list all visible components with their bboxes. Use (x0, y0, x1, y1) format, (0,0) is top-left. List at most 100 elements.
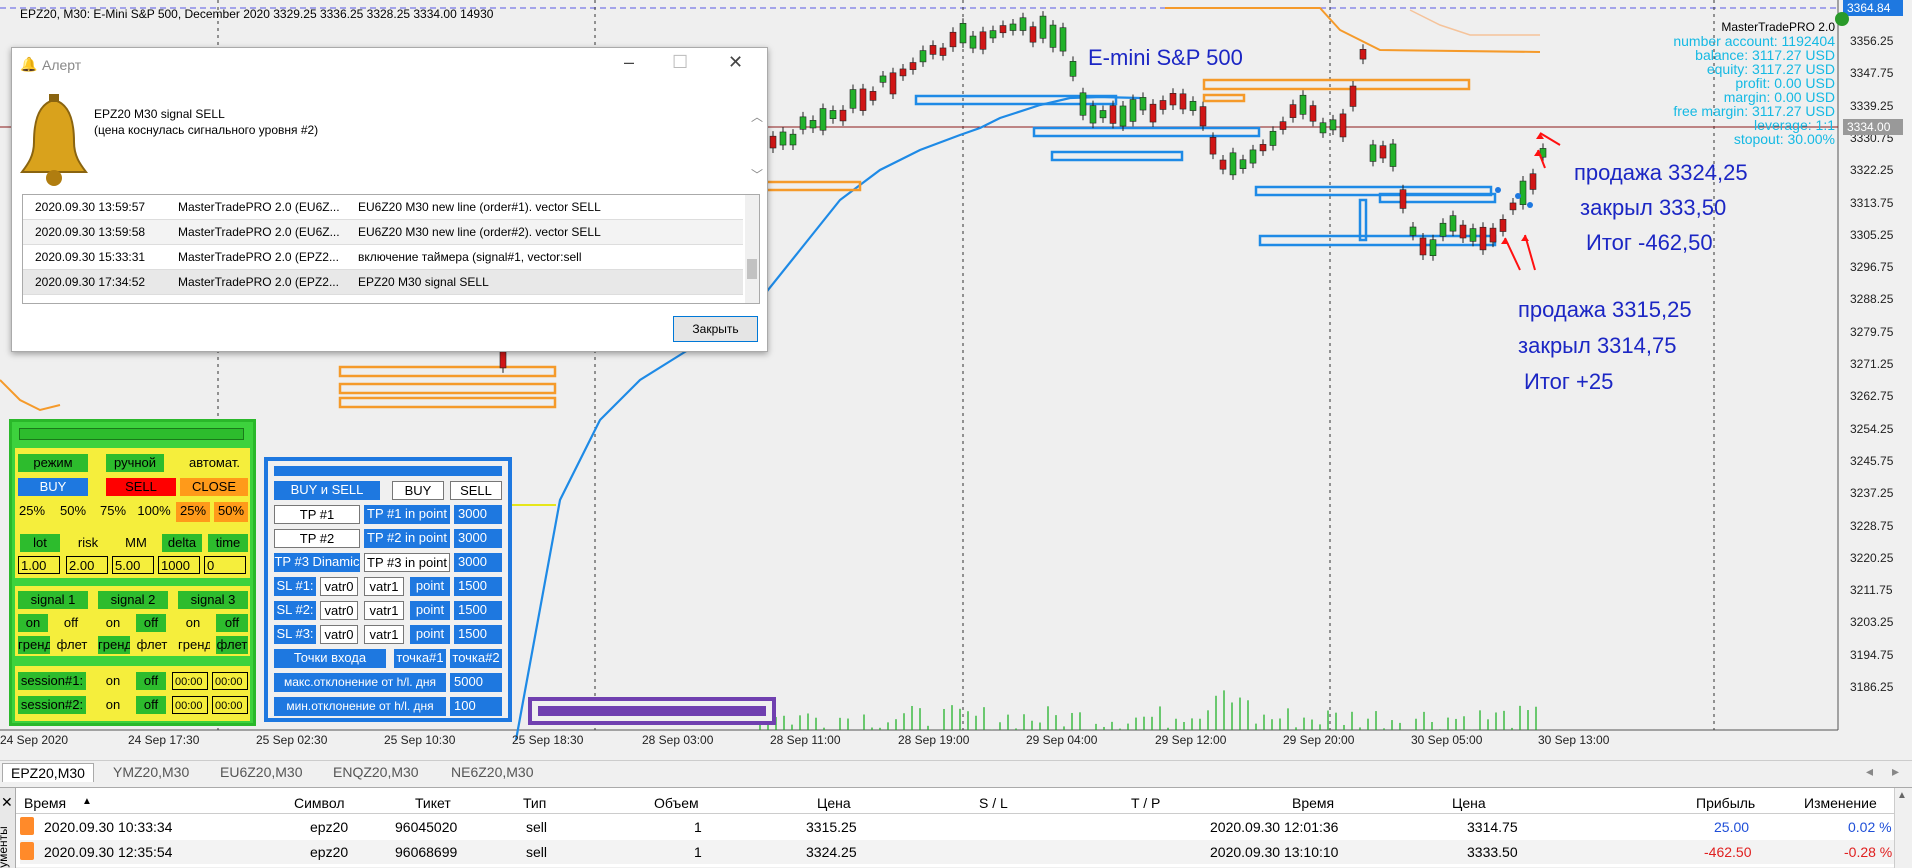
pct-50-button[interactable]: 50% (58, 502, 88, 522)
col-change[interactable]: Изменение (1804, 795, 1877, 811)
entry-points-button[interactable]: Точки входа (274, 649, 386, 668)
pct-75-button[interactable]: 75% (98, 502, 128, 522)
alert-close-button[interactable]: Закрыть (673, 316, 758, 342)
tab-scroll-left-icon[interactable]: ◂ (1866, 763, 1873, 780)
buy-button[interactable]: BUY (18, 478, 88, 496)
signal-3-button[interactable]: signal 3 (178, 591, 248, 609)
signal-3-on[interactable]: on (178, 614, 208, 632)
max-deviation-value[interactable]: 5000 (450, 673, 502, 692)
close-pct-50-button[interactable]: 50% (214, 502, 248, 522)
mode-button[interactable]: режим (18, 454, 88, 472)
tab-epz20[interactable]: EPZ20,M30 (2, 763, 94, 782)
alert-dialog[interactable]: 🔔 Алерт – ☐ ✕ EPZ20 M30 signal SELL (цен… (11, 47, 768, 352)
alert-scrollbar[interactable] (745, 195, 759, 303)
col-profit[interactable]: Прибыль (1696, 795, 1755, 811)
alert-scroll-thumb[interactable] (747, 259, 757, 279)
sl3-vatr1[interactable]: vatr1 (364, 625, 404, 644)
scroll-up-icon[interactable]: ▲ (1897, 790, 1907, 801)
auto-button[interactable]: автомат. (182, 454, 247, 472)
table-row[interactable]: 2020.09.30 10:33:34 epz20 96045020 sell … (20, 815, 1912, 839)
signal-2-button[interactable]: signal 2 (98, 591, 168, 609)
sl2-vatr0[interactable]: vatr0 (320, 601, 358, 620)
alert-row[interactable]: 2020.09.30 17:34:52 MasterTradePRO 2.0 (… (23, 270, 743, 295)
session-2-start[interactable]: 00:00 (172, 696, 208, 714)
session-2-on[interactable]: on (98, 696, 128, 714)
tp2-dynamic-button[interactable]: TP #2 Dinamic (274, 529, 360, 548)
trade-history-table[interactable]: ✕ ументы Время ▲ Символ Тикет Тип Объем … (0, 787, 1912, 868)
mm-input[interactable]: 5.00 (112, 556, 154, 574)
sl1-vatr0[interactable]: vatr0 (320, 577, 358, 596)
sl3-value[interactable]: 1500 (454, 625, 502, 644)
session-2-end[interactable]: 00:00 (212, 696, 248, 714)
sl2-value[interactable]: 1500 (454, 601, 502, 620)
signal-3-flat[interactable]: флет (216, 636, 248, 654)
tp1-dynamic-button[interactable]: TP #1 Dinamic (274, 505, 360, 524)
tab-eu6z20[interactable]: EU6Z20,M30 (212, 763, 310, 782)
alert-log-table[interactable]: 2020.09.30 13:59:57 MasterTradePRO 2.0 (… (22, 194, 760, 304)
blue-panel-header[interactable] (274, 466, 502, 476)
session-1-end[interactable]: 00:00 (212, 672, 248, 690)
close-button[interactable]: CLOSE (180, 478, 248, 496)
tp2-value[interactable]: 3000 (454, 529, 502, 548)
blue-buy-button[interactable]: BUY (392, 481, 444, 500)
col-ticket[interactable]: Тикет (415, 795, 451, 811)
buy-and-sell-button[interactable]: BUY и SELL (274, 481, 380, 500)
tab-scroll-right-icon[interactable]: ▸ (1892, 763, 1899, 780)
session-1-off[interactable]: off (136, 672, 166, 690)
signal-1-button[interactable]: signal 1 (18, 591, 88, 609)
tp1-point-button[interactable]: TP #1 in point (364, 505, 450, 524)
signal-3-trend[interactable]: гренд (178, 636, 210, 654)
col-tp[interactable]: T / P (1131, 795, 1160, 811)
time-input[interactable]: 0 (204, 556, 246, 574)
delta-input[interactable]: 1000 (158, 556, 200, 574)
alert-row[interactable]: 2020.09.30 13:59:57 MasterTradePRO 2.0 (… (23, 195, 743, 220)
signal-1-flat[interactable]: флет (56, 636, 88, 654)
sl2-vatr1[interactable]: vatr1 (364, 601, 404, 620)
col-close-time[interactable]: Время (1292, 795, 1334, 811)
alert-row[interactable]: 2020.09.30 15:33:31 MasterTradePRO 2.0 (… (23, 245, 743, 270)
maximize-icon[interactable]: ☐ (672, 52, 688, 73)
green-panel-header[interactable] (19, 428, 244, 440)
alert-row[interactable]: 2020.09.30 13:59:58 MasterTradePRO 2.0 (… (23, 220, 743, 245)
point-2-button[interactable]: точка#2 (450, 649, 502, 668)
col-symbol[interactable]: Символ (294, 795, 344, 811)
session-1-button[interactable]: session#1: (18, 672, 86, 690)
scroll-down-icon[interactable]: ﹀ (751, 166, 763, 183)
tp3-value[interactable]: 3000 (454, 553, 502, 572)
col-type[interactable]: Тип (523, 795, 546, 811)
tp3-dynamic-button[interactable]: TP #3 Dinamic (274, 553, 360, 572)
signal-1-off[interactable]: off (56, 614, 86, 632)
sl2-point[interactable]: point (410, 601, 450, 620)
session-2-button[interactable]: session#2: (18, 696, 86, 714)
col-sl[interactable]: S / L (979, 795, 1008, 811)
param-lot[interactable]: lot (20, 534, 60, 552)
tp2-point-button[interactable]: TP #2 in point (364, 529, 450, 548)
session-2-off[interactable]: off (136, 696, 166, 714)
tab-enqz20[interactable]: ENQZ20,M30 (325, 763, 427, 782)
table-row[interactable]: 2020.09.30 12:35:54 epz20 96068699 sell … (20, 840, 1912, 864)
col-price[interactable]: Цена (817, 795, 851, 811)
tp3-point-button[interactable]: TP #3 in point (364, 553, 450, 572)
param-risk[interactable]: risk (68, 534, 108, 552)
col-close-price[interactable]: Цена (1452, 795, 1486, 811)
sl3-vatr0[interactable]: vatr0 (320, 625, 358, 644)
sl1-vatr1[interactable]: vatr1 (364, 577, 404, 596)
tp1-value[interactable]: 3000 (454, 505, 502, 524)
session-1-on[interactable]: on (98, 672, 128, 690)
close-pct-25-button[interactable]: 25% (176, 502, 210, 522)
minimize-icon[interactable]: – (624, 52, 634, 73)
signal-2-flat[interactable]: флет (136, 636, 168, 654)
lot-input[interactable]: 1.00 (18, 556, 60, 574)
pct-100-button[interactable]: 100% (136, 502, 172, 522)
close-icon[interactable]: ✕ (728, 52, 743, 73)
param-mm[interactable]: MM (116, 534, 156, 552)
pct-25-button[interactable]: 25% (18, 502, 46, 522)
sl1-value[interactable]: 1500 (454, 577, 502, 596)
col-volume[interactable]: Объем (654, 795, 699, 811)
purple-panel[interactable] (528, 697, 776, 725)
purple-panel-bar[interactable] (538, 706, 766, 716)
side-close-icon[interactable]: ✕ (1, 794, 13, 811)
signal-3-off[interactable]: off (216, 614, 248, 632)
scroll-up-icon[interactable]: ︿ (751, 108, 763, 125)
manual-button[interactable]: ручной (106, 454, 164, 472)
